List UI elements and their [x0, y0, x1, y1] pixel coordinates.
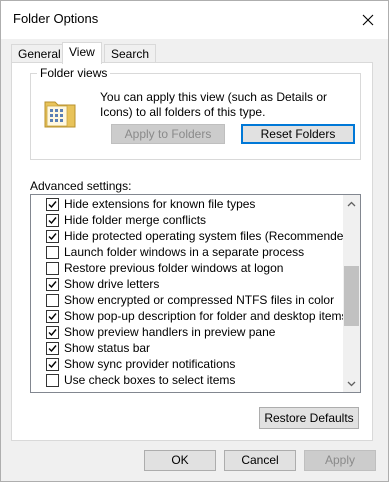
folder-views-description: You can apply this view (such as Details…	[100, 90, 328, 119]
setting-checkbox[interactable]	[46, 294, 59, 307]
setting-checkbox[interactable]	[46, 214, 59, 227]
advanced-settings-label: Advanced settings:	[30, 179, 132, 193]
chevron-down-icon	[347, 381, 356, 386]
setting-item[interactable]: Hide protected operating system files (R…	[31, 228, 354, 244]
ok-button[interactable]: OK	[144, 450, 216, 471]
setting-checkbox[interactable]	[46, 262, 59, 275]
checkmark-icon	[48, 361, 57, 369]
scroll-up-arrow[interactable]	[343, 195, 360, 212]
setting-checkbox[interactable]	[46, 342, 59, 355]
scroll-down-arrow[interactable]	[343, 375, 360, 392]
advanced-settings-list[interactable]: Hide extensions for known file types Hide…	[30, 194, 361, 393]
setting-label: Hide folder merge conflicts	[64, 213, 207, 227]
checkmark-icon	[48, 345, 57, 353]
scroll-thumb[interactable]	[344, 266, 359, 326]
setting-item[interactable]: Show preview handlers in preview pane	[31, 324, 341, 340]
restore-defaults-button[interactable]: Restore Defaults	[259, 407, 359, 429]
setting-label: Show sync provider notifications	[64, 357, 236, 371]
setting-label: Restore previous folder windows at logon	[64, 261, 284, 275]
setting-item[interactable]: Hide extensions for known file types	[31, 196, 341, 212]
list-scrollbar[interactable]	[343, 195, 360, 392]
checkmark-icon	[48, 329, 57, 337]
setting-checkbox[interactable]	[46, 310, 59, 323]
setting-item[interactable]: Show drive letters	[31, 276, 341, 292]
setting-label: Show drive letters	[64, 277, 160, 291]
setting-label: Use check boxes to select items	[64, 373, 236, 387]
checkmark-icon	[48, 217, 57, 225]
checkmark-icon	[48, 201, 57, 209]
chevron-up-icon	[347, 201, 356, 206]
setting-label: Hide protected operating system files (R…	[64, 229, 355, 243]
setting-label: Show status bar	[64, 341, 151, 355]
apply-button[interactable]: Apply	[304, 450, 376, 471]
tab-general[interactable]: General	[11, 44, 68, 63]
title-bar: Folder Options	[1, 1, 388, 39]
folder-options-dialog: Folder Options General View Search Folde…	[0, 0, 389, 482]
setting-label: Hide extensions for known file types	[64, 197, 256, 211]
folder-views-group: Folder views You can apply this view (su…	[30, 66, 361, 160]
setting-checkbox[interactable]	[46, 278, 59, 291]
setting-item[interactable]: Show sync provider notifications	[31, 356, 341, 372]
checkmark-icon	[48, 233, 57, 241]
setting-label: Launch folder windows in a separate proc…	[64, 245, 305, 259]
setting-checkbox[interactable]	[46, 230, 59, 243]
window-title: Folder Options	[13, 11, 99, 26]
setting-label: Show encrypted or compressed NTFS files …	[64, 293, 335, 307]
apply-to-folders-button[interactable]: Apply to Folders	[111, 124, 225, 144]
setting-checkbox[interactable]	[46, 326, 59, 339]
reset-folders-button[interactable]: Reset Folders	[241, 124, 355, 144]
setting-checkbox[interactable]	[46, 198, 59, 211]
checkmark-icon	[48, 281, 57, 289]
setting-item[interactable]: Hide folder merge conflicts	[31, 212, 341, 228]
setting-item[interactable]: Show status bar	[31, 340, 341, 356]
setting-checkbox[interactable]	[46, 358, 59, 371]
setting-checkbox[interactable]	[46, 246, 59, 259]
setting-item[interactable]: Use check boxes to select items	[31, 372, 341, 388]
cancel-button[interactable]: Cancel	[224, 450, 296, 471]
setting-item[interactable]: Launch folder windows in a separate proc…	[31, 244, 341, 260]
setting-item[interactable]: Show pop-up description for folder and d…	[31, 308, 348, 324]
setting-checkbox[interactable]	[46, 374, 59, 387]
checkmark-icon	[48, 313, 57, 321]
folder-view-icon	[44, 101, 76, 128]
tab-view[interactable]: View	[62, 42, 102, 64]
folder-views-title: Folder views	[37, 66, 111, 80]
setting-item[interactable]: Restore previous folder windows at logon	[31, 260, 341, 276]
setting-item[interactable]: Show encrypted or compressed NTFS files …	[31, 292, 341, 308]
setting-label: Show pop-up description for folder and d…	[64, 309, 348, 323]
close-icon	[362, 14, 374, 26]
setting-label: Show preview handlers in preview pane	[64, 325, 276, 339]
close-button[interactable]	[354, 7, 382, 33]
tab-search[interactable]: Search	[104, 44, 157, 63]
view-tab-panel: Folder views You can apply this view (su…	[11, 62, 373, 441]
